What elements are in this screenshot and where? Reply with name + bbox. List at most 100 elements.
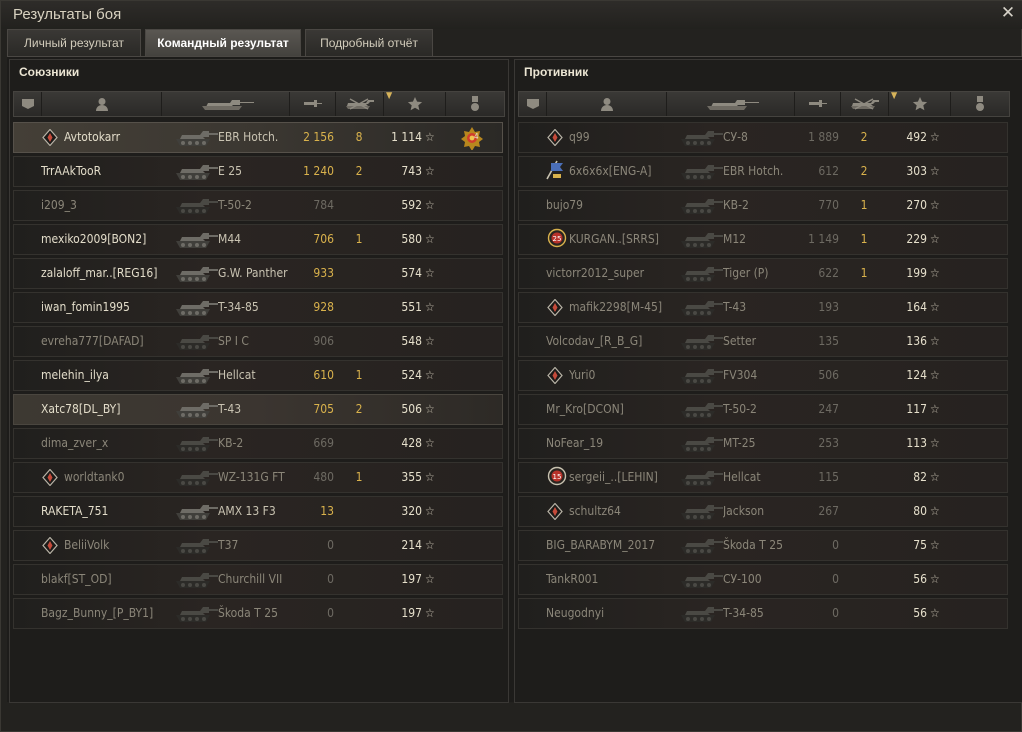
damage-column-header[interactable]: [290, 92, 336, 116]
tank-column-header[interactable]: [162, 92, 290, 116]
player-name[interactable]: Yuri0: [569, 361, 685, 390]
xp-column-header[interactable]: ▼: [384, 91, 446, 116]
player-row[interactable]: BeliiVolk T37 0 214 ☆: [13, 530, 503, 561]
damage-value: 1 149: [808, 232, 839, 246]
platoon-column-header[interactable]: [519, 92, 547, 116]
player-name[interactable]: KURGAN..[SRRS]: [569, 225, 685, 254]
player-row[interactable]: i209_3 T-50-2 784 592 ☆: [13, 190, 503, 221]
player-row[interactable]: bujo79 КВ-2 770 1 270 ☆: [518, 190, 1008, 221]
player-name[interactable]: mexiko2009[BON2]: [41, 225, 179, 254]
damage-column-header[interactable]: [795, 92, 841, 116]
player-name[interactable]: bujo79: [546, 191, 684, 220]
xp-column-header[interactable]: ▼: [889, 91, 951, 116]
tab-personal-result[interactable]: Личный результат: [7, 29, 141, 56]
player-row[interactable]: worldtank0 WZ-131G FT 480 1 355 ☆: [13, 462, 503, 493]
kills-value: [849, 463, 879, 492]
player-icon: [600, 98, 613, 111]
player-name[interactable]: mafik2298[M-45]: [569, 293, 685, 322]
player-row[interactable]: mafik2298[M-45] T-43 193 164 ☆: [518, 292, 1008, 323]
player-row[interactable]: 6x6x6x[ENG-A] EBR Hotch. 612 2 303 ☆: [518, 156, 1008, 187]
xp-value: 214: [401, 538, 422, 552]
player-row[interactable]: 15 sergeii_..[LEHIN] Hellcat 115 82 ☆: [518, 462, 1008, 493]
player-row[interactable]: 25 KURGAN..[SRRS] M12 1 149 1 229 ☆: [518, 224, 1008, 255]
player-name[interactable]: RAKETA_751: [41, 497, 179, 526]
kills-column-header[interactable]: [841, 92, 889, 116]
player-row[interactable]: TrrAAkTooR E 25 1 240 2 743 ☆: [13, 156, 503, 187]
player-row[interactable]: melehin_ilya Hellcat 610 1 524 ☆: [13, 360, 503, 391]
kills-value: 2: [355, 402, 363, 416]
player-row[interactable]: dima_zver_x KB-2 669 428 ☆: [13, 428, 503, 459]
player-name[interactable]: zalaloff_mar..[REG16]: [41, 259, 179, 288]
kills-value: [344, 259, 374, 288]
player-name[interactable]: BIG_BARABYM_2017: [546, 531, 684, 560]
damage-value: 906: [313, 334, 334, 348]
platoon-column-header[interactable]: [14, 92, 42, 116]
medal-column-header[interactable]: [446, 92, 504, 116]
kills-column-header[interactable]: [336, 92, 384, 116]
player-row[interactable]: Volcodav_[R_B_G] Setter 135 136 ☆: [518, 326, 1008, 357]
player-name[interactable]: evreha777[DAFAD]: [41, 327, 179, 356]
player-row[interactable]: iwan_fomin1995 T-34-85 928 551 ☆: [13, 292, 503, 323]
player-name[interactable]: Bagz_Bunny_[P_BY1]: [41, 599, 179, 628]
player-row[interactable]: schultz64 Jackson 267 80 ☆: [518, 496, 1008, 527]
player-name[interactable]: dima_zver_x: [41, 429, 179, 458]
player-row[interactable]: Xatc78[DL_BY] T-43 705 2 506 ☆: [13, 394, 503, 425]
player-name[interactable]: sergeii_..[LEHIN]: [569, 463, 685, 492]
player-name[interactable]: NoFear_19: [546, 429, 684, 458]
player-row[interactable]: RAKETA_751 AMX 13 F3 13 320 ☆: [13, 496, 503, 527]
player-row[interactable]: NoFear_19 MT-25 253 113 ☆: [518, 428, 1008, 459]
star-icon: ☆: [930, 402, 940, 416]
player-name[interactable]: Neugodnyi: [546, 599, 684, 628]
player-name[interactable]: BeliiVolk: [64, 531, 180, 560]
player-column-header[interactable]: [547, 92, 667, 116]
tab-team-result[interactable]: Командный результат: [145, 29, 301, 56]
player-row[interactable]: BIG_BARABYM_2017 Škoda T 25 0 75 ☆: [518, 530, 1008, 561]
player-name[interactable]: blakf[ST_OD]: [41, 565, 179, 594]
player-row[interactable]: Mr_Kro[DCON] T-50-2 247 117 ☆: [518, 394, 1008, 425]
player-row[interactable]: mexiko2009[BON2] M44 706 1 580 ☆: [13, 224, 503, 255]
player-row[interactable]: Yuri0 FV304 506 124 ☆: [518, 360, 1008, 391]
tank-icon: [679, 431, 723, 456]
player-row[interactable]: zalaloff_mar..[REG16] G.W. Panther 933 574 ☆: [13, 258, 503, 289]
damage-value: 115: [818, 470, 839, 484]
medal-column-header[interactable]: [951, 92, 1009, 116]
player-row[interactable]: Bagz_Bunny_[P_BY1] Škoda T 25 0 197 ☆: [13, 598, 503, 629]
player-name[interactable]: Mr_Kro[DCON]: [546, 395, 684, 424]
xp-value: 492: [906, 130, 927, 144]
player-column-header[interactable]: [42, 92, 162, 116]
xp-value: 548: [401, 334, 422, 348]
player-row[interactable]: Neugodnyi T-34-85 0 56 ☆: [518, 598, 1008, 629]
player-name[interactable]: iwan_fomin1995: [41, 293, 179, 322]
kills-value: [849, 599, 879, 628]
kills-value: 1: [860, 198, 868, 212]
tank-icon: [174, 533, 218, 558]
player-row[interactable]: blakf[ST_OD] Churchill VII 0 197 ☆: [13, 564, 503, 595]
player-name[interactable]: melehin_ilya: [41, 361, 179, 390]
player-name[interactable]: worldtank0: [64, 463, 180, 492]
player-name[interactable]: i209_3: [41, 191, 179, 220]
tab-detailed-report[interactable]: Подробный отчёт: [305, 29, 433, 56]
player-name[interactable]: schultz64: [569, 497, 685, 526]
player-row[interactable]: q99 СУ-8 1 889 2 492 ☆: [518, 122, 1008, 153]
player-row[interactable]: evreha777[DAFAD] SP I C 906 548 ☆: [13, 326, 503, 357]
player-name[interactable]: Volcodav_[R_B_G]: [546, 327, 684, 356]
player-name[interactable]: q99: [569, 123, 685, 152]
star-icon: ☆: [930, 164, 940, 178]
player-name[interactable]: TrrAAkTooR: [41, 157, 179, 186]
player-name[interactable]: victorr2012_super: [546, 259, 684, 288]
player-name[interactable]: Avtotokarr: [64, 123, 180, 152]
player-name[interactable]: Xatc78[DL_BY]: [41, 395, 179, 424]
player-row[interactable]: victorr2012_super Tiger (P) 622 1 199 ☆: [518, 258, 1008, 289]
xp-value: 197: [401, 606, 422, 620]
player-name[interactable]: 6x6x6x[ENG-A]: [569, 157, 685, 186]
tank-column-header[interactable]: [667, 92, 795, 116]
medal-icon[interactable]: [460, 126, 484, 151]
player-row[interactable]: Avtotokarr EBR Hotch. 2 156 8 1 114 ☆ 4: [13, 122, 503, 153]
player-row[interactable]: TankR001 СУ-100 0 56 ☆: [518, 564, 1008, 595]
star-icon: ☆: [930, 266, 940, 280]
xp-value: 303: [906, 164, 927, 178]
player-name[interactable]: TankR001: [546, 565, 684, 594]
xp-value: 56: [913, 572, 927, 586]
close-button[interactable]: ✕: [999, 4, 1017, 22]
xp-value: 124: [906, 368, 927, 382]
